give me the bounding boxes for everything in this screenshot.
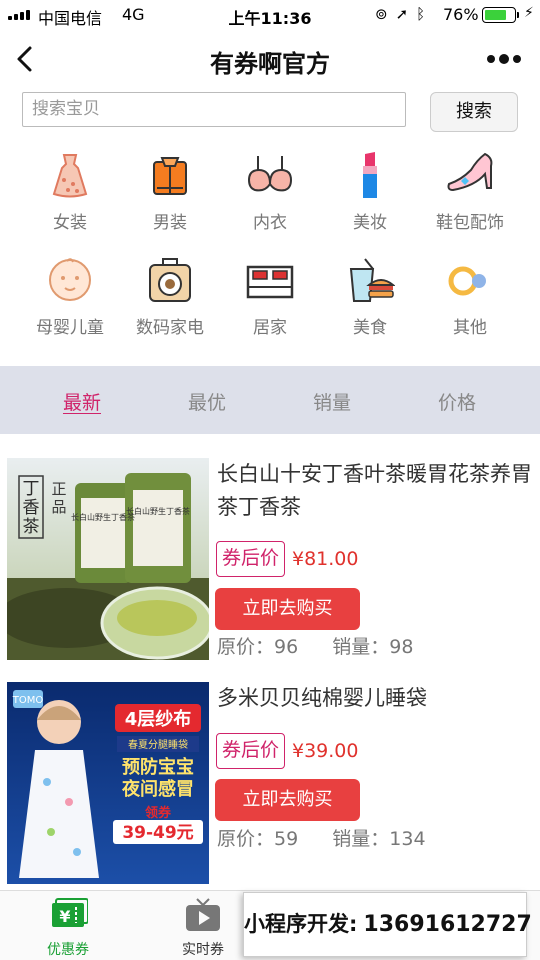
radio-icon [149, 258, 191, 302]
search-button[interactable]: 搜索 [430, 92, 518, 132]
tab-label: 优惠券 [47, 942, 89, 958]
product-card[interactable]: TOMO 4层纱布 春夏分腿睡袋 预防宝宝 夜间感冒 领券 39-49元 多米贝… [0, 682, 540, 892]
product-meta: 原价：96 销量：98 [217, 632, 413, 659]
coupon-price: ¥39.00 [292, 740, 359, 762]
category-label: 美妆 [353, 213, 387, 233]
drink-burger-icon [349, 258, 395, 302]
product-image[interactable]: TOMO 4层纱布 春夏分腿睡袋 预防宝宝 夜间感冒 领券 39-49元 [7, 682, 209, 884]
coupon-price-badge: 券后价 [216, 541, 285, 577]
more-menu-icon[interactable] [484, 44, 524, 74]
category-food[interactable]: 美食 [320, 255, 420, 338]
battery-percent: 76% [443, 5, 479, 24]
promo-text: 小程序开发: [244, 912, 358, 936]
tv-play-icon [186, 898, 220, 931]
high-heel-icon [447, 152, 493, 192]
original-price-label: 原价： [217, 636, 275, 658]
category-label: 居家 [253, 318, 287, 338]
category-label: 母婴儿童 [36, 318, 104, 338]
category-label: 数码家电 [136, 318, 204, 338]
promo-phone: 13691612727 [363, 912, 532, 937]
thumb-brand: TOMO [12, 695, 44, 706]
dress-icon [52, 154, 88, 198]
category-label: 美食 [353, 318, 387, 338]
category-womens[interactable]: 女装 [20, 150, 120, 233]
status-bar: 中国电信 4G 上午11:36 ⊚ ➚ ᛒ 76% ⚡ [0, 0, 540, 30]
category-baby[interactable]: 母婴儿童 [20, 255, 120, 338]
promo-overlay[interactable]: 小程序开发: 13691612727 [243, 892, 532, 957]
buy-now-button[interactable]: 立即去购买 [215, 588, 360, 630]
sort-tab-newest[interactable]: 最新 [37, 388, 127, 415]
battery-icon [482, 7, 519, 23]
shirt-icon [153, 157, 187, 195]
buy-now-button[interactable]: 立即去购买 [215, 779, 360, 821]
sales-count: 134 [389, 828, 426, 850]
thumb-seal-2: 品 [51, 498, 66, 516]
category-underwear[interactable]: 内衣 [220, 150, 320, 233]
bluetooth-icon: ᛒ [416, 5, 426, 23]
thumb-slogan-2: 夜间感冒 [121, 778, 194, 800]
category-cosmetics[interactable]: 美妆 [320, 150, 420, 233]
bra-icon [247, 156, 293, 192]
category-other[interactable]: 其他 [420, 255, 520, 338]
sales-label: 销量： [332, 636, 390, 658]
thumb-slogan-1: 预防宝宝 [122, 756, 194, 778]
thumb-vertical-name-3: 茶 [23, 517, 40, 537]
category-label: 其他 [453, 318, 487, 338]
thumb-can-text-2: 长白山野生丁香茶 [126, 506, 190, 516]
baby-face-icon [49, 258, 91, 301]
coupon-price: ¥81.00 [292, 548, 359, 570]
sales-label: 销量： [332, 828, 390, 850]
sort-bar: 最新 最优 销量 价格 [0, 366, 540, 434]
sort-tab-best[interactable]: 最优 [162, 388, 252, 415]
rotation-lock-icon: ⊚ [375, 5, 388, 23]
nav-bar: 有券啊官方 [0, 30, 540, 90]
thumb-vertical-name-2: 香 [23, 498, 40, 518]
category-label: 男装 [153, 213, 187, 233]
page-title: 有券啊官方 [210, 50, 330, 78]
category-label: 女装 [53, 213, 87, 233]
thumb-subline: 春夏分腿睡袋 [128, 738, 188, 751]
product-title[interactable]: 多米贝贝纯棉婴儿睡袋 [217, 682, 532, 715]
sales-count: 98 [389, 636, 414, 658]
product-title[interactable]: 长白山十安丁香叶茶暖胃花茶养胃茶丁香茶 [217, 458, 532, 524]
category-electronics[interactable]: 数码家电 [120, 255, 220, 338]
thumb-seal-1: 正 [51, 480, 66, 498]
tab-coupons[interactable]: ¥ 优惠券 [18, 897, 118, 959]
coupon-price-badge: 券后价 [216, 733, 285, 769]
category-shoes-bags[interactable]: 鞋包配饰 [420, 150, 520, 233]
product-image[interactable]: 丁 香 茶 正 品 长白山野生丁香茶 长白山野生丁香茶 [7, 458, 209, 660]
tab-label: 实时券 [182, 942, 224, 958]
charging-bolt-icon: ⚡ [524, 5, 534, 21]
original-price-label: 原价： [217, 828, 275, 850]
sort-tab-price[interactable]: 价格 [412, 388, 502, 415]
thumb-headline: 4层纱布 [125, 708, 192, 730]
tab-realtime-coupons[interactable]: 实时券 [153, 897, 253, 959]
category-label: 鞋包配饰 [436, 213, 504, 233]
product-card[interactable]: 丁 香 茶 正 品 长白山野生丁香茶 长白山野生丁香茶 长白山十安丁香叶茶暖胃花… [0, 458, 540, 668]
category-label: 内衣 [253, 213, 287, 233]
category-home[interactable]: 居家 [220, 255, 320, 338]
product-meta: 原价：59 销量：134 [217, 824, 426, 851]
lipstick-icon [363, 152, 377, 198]
location-arrow-icon: ➚ [395, 5, 409, 23]
original-price: 59 [274, 828, 299, 850]
svg-text:¥: ¥ [59, 907, 70, 926]
system-icons: ⊚ ➚ ᛒ [375, 5, 425, 23]
thumb-vertical-name-1: 丁 [23, 479, 40, 499]
search-input[interactable]: 搜索宝贝 [22, 92, 406, 127]
bed-icon [246, 265, 294, 299]
coupon-ticket-icon: ¥ [52, 898, 88, 927]
thumb-coupon-tag: 领券 [145, 805, 172, 821]
rings-icon [448, 266, 486, 296]
thumb-coupon-range: 39-49元 [122, 823, 193, 843]
sort-tab-sales[interactable]: 销量 [287, 388, 377, 415]
category-mens[interactable]: 男装 [120, 150, 220, 233]
original-price: 96 [274, 636, 299, 658]
